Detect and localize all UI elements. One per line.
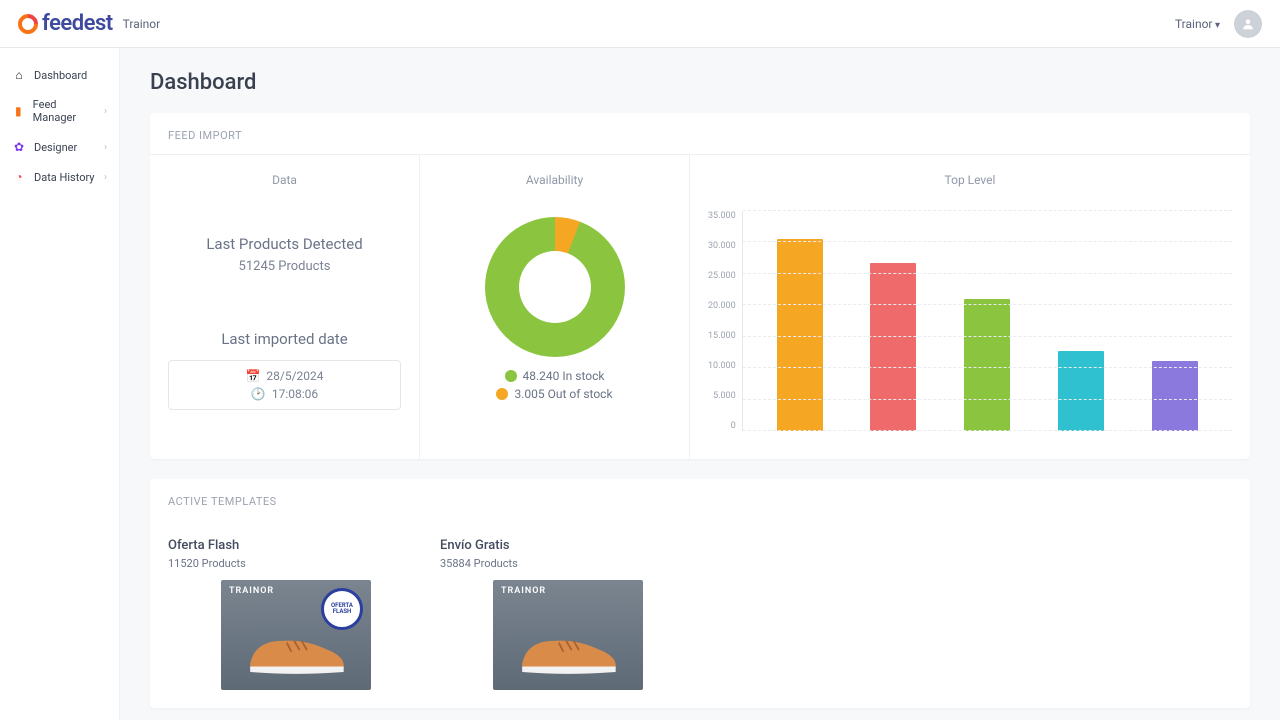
imported-label: Last imported date [168, 330, 401, 348]
sidebar-item-dashboard[interactable]: ⌂ Dashboard [0, 60, 119, 90]
column-heading: Top Level [708, 173, 1232, 187]
user-icon [1241, 17, 1255, 31]
legend-dot-outstock [496, 388, 508, 400]
y-tick: 15.000 [708, 331, 736, 341]
header-left: feedest Trainor [18, 11, 160, 36]
sidebar-item-feed-manager[interactable]: ▮ Feed Manager › [0, 90, 119, 132]
template-name: Envío Gratis [440, 520, 696, 557]
app-header: feedest Trainor Trainor [0, 0, 1280, 48]
sidebar-item-label: Data History [34, 171, 95, 184]
gridline [743, 304, 1232, 305]
column-heading: Availability [438, 173, 671, 187]
y-axis: 35.000 30.000 25.000 20.000 15.000 10.000 5.00… [708, 211, 742, 431]
sidebar-item-label: Designer [34, 141, 77, 154]
thumbnail-brand: TRAINOR [229, 586, 274, 596]
brand-logo[interactable]: feedest [18, 11, 113, 36]
shoe-icon [241, 620, 351, 680]
calendar-icon: 📅 [245, 367, 260, 385]
availability-donut [485, 217, 625, 357]
gridline [743, 430, 1232, 431]
detected-value: 51245 Products [168, 259, 401, 274]
y-tick: 0 [708, 421, 736, 431]
template-thumbnail: TRAINOR OFERTA FLASH [221, 580, 371, 690]
sidebar: ⌂ Dashboard ▮ Feed Manager › ✿ Designer … [0, 48, 120, 720]
template-count: 11520 Products [168, 557, 424, 570]
panel-heading: FEED IMPORT [150, 113, 1250, 154]
sidebar-item-label: Dashboard [34, 69, 87, 82]
template-card[interactable]: Envío Gratis35884 Products TRAINOR [440, 520, 696, 690]
main-content: Dashboard FEED IMPORT Data Last Products… [120, 48, 1280, 720]
import-date: 28/5/2024 [266, 367, 323, 385]
top-level-column: Top Level 35.000 30.000 25.000 20.000 15.000… [690, 155, 1250, 459]
page-title: Dashboard [150, 70, 1250, 95]
data-column: Data Last Products Detected 51245 Produc… [150, 155, 420, 459]
avatar[interactable] [1234, 10, 1262, 38]
legend-dot-instock [505, 370, 517, 382]
availability-column: Availability 48.240 In stock 3.005 Out o… [420, 155, 690, 459]
y-tick: 5.000 [708, 391, 736, 401]
feed-import-panel: FEED IMPORT Data Last Products Detected … [150, 113, 1250, 459]
legend-label: 3.005 Out of stock [514, 387, 612, 401]
import-datetime: 📅 28/5/2024 🕑 17:08:06 [168, 360, 401, 410]
chart-bar [870, 263, 916, 431]
import-time: 17:08:06 [272, 385, 318, 403]
home-icon: ⌂ [12, 68, 26, 82]
gridline [743, 367, 1232, 368]
file-icon: ▮ [12, 104, 25, 118]
panel-heading: ACTIVE TEMPLATES [150, 479, 1250, 520]
template-name: Oferta Flash [168, 520, 424, 557]
detected-label: Last Products Detected [168, 235, 401, 253]
active-templates-panel: ACTIVE TEMPLATES Oferta Flash11520 Produ… [150, 479, 1250, 708]
chevron-right-icon: › [104, 106, 107, 117]
gridline [743, 336, 1232, 337]
gridline [743, 210, 1232, 211]
gridline [743, 241, 1232, 242]
header-right: Trainor [1175, 10, 1262, 38]
sidebar-item-label: Feed Manager [33, 98, 96, 124]
chart-bar [964, 299, 1010, 431]
clock-icon: 🕑 [251, 385, 266, 403]
chart-plot [742, 211, 1232, 431]
template-count: 35884 Products [440, 557, 696, 570]
top-level-chart: 35.000 30.000 25.000 20.000 15.000 10.000 5.00… [708, 211, 1232, 441]
palette-icon: ✿ [12, 140, 26, 154]
brand-name: feedest [42, 11, 113, 36]
template-thumbnail: TRAINOR [493, 580, 643, 690]
y-tick: 20.000 [708, 301, 736, 311]
y-tick: 35.000 [708, 211, 736, 221]
sidebar-item-designer[interactable]: ✿ Designer › [0, 132, 119, 162]
y-tick: 30.000 [708, 241, 736, 251]
y-tick: 10.000 [708, 361, 736, 371]
chevron-right-icon: › [104, 142, 107, 153]
logo-icon [14, 9, 42, 37]
sidebar-item-data-history[interactable]: ◔ Data History › [0, 162, 119, 192]
user-menu[interactable]: Trainor [1175, 17, 1220, 31]
chart-icon: ◔ [12, 170, 26, 184]
account-name: Trainor [123, 17, 161, 31]
flash-badge: OFERTA FLASH [321, 588, 363, 630]
thumbnail-brand: TRAINOR [501, 586, 546, 596]
gridline [743, 273, 1232, 274]
template-card[interactable]: Oferta Flash11520 Products TRAINOR OFERTA … [168, 520, 424, 690]
chevron-right-icon: › [104, 172, 107, 183]
gridline [743, 399, 1232, 400]
shoe-icon [513, 620, 623, 680]
legend-label: 48.240 In stock [523, 369, 605, 383]
chart-bar [1152, 361, 1198, 431]
column-heading: Data [168, 173, 401, 187]
chart-bar [1058, 351, 1104, 431]
y-tick: 25.000 [708, 271, 736, 281]
availability-legend: 48.240 In stock 3.005 Out of stock [438, 369, 671, 401]
